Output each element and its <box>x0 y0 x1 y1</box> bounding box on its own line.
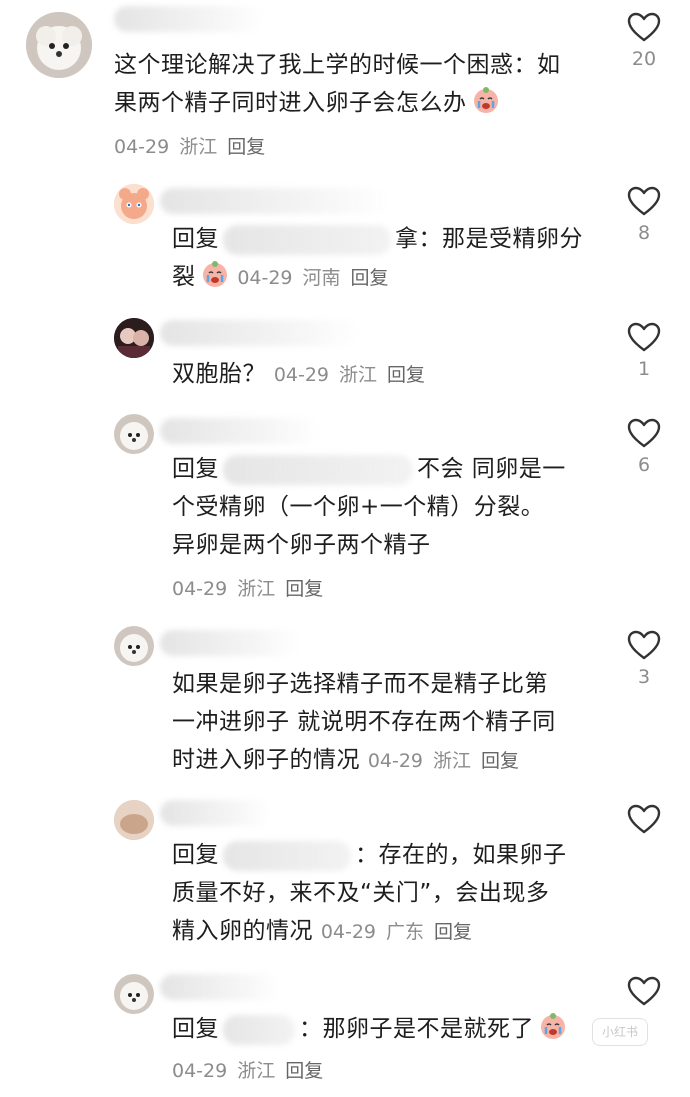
username-blurred[interactable] <box>160 800 270 826</box>
comment-text: 这个理论解决了我上学的时候一个困惑：如 果两个精子同时进入卵子会怎么办 <box>114 52 561 116</box>
dog-avatar-image <box>114 974 154 1014</box>
like-button[interactable]: 20 <box>624 12 664 70</box>
like-button[interactable] <box>624 976 664 1006</box>
like-button[interactable]: 6 <box>624 418 664 476</box>
reply-text: 回复 ：存在的，如果卵子 质量不好，来不及“关门”，会出现多 精入卵的情况 04-… <box>172 840 567 944</box>
reply-text: 回复 ：那卵子是不是就死了 <box>172 1010 612 1048</box>
comment-date: 04-29 <box>320 921 377 943</box>
avatar-cartoon[interactable] <box>114 184 154 224</box>
heart-outline-icon <box>627 976 661 1006</box>
mentioned-user-blurred[interactable] <box>223 840 351 871</box>
reply-prefix: 回复 <box>172 456 219 482</box>
crying-face-emoji <box>541 1013 565 1039</box>
avatar-hand[interactable] <box>114 800 154 840</box>
comment-date: 04-29 <box>237 267 293 289</box>
like-count: 8 <box>637 222 651 244</box>
watermark-logo: 小红书 <box>592 1018 648 1046</box>
comment-date: 04-29 <box>273 364 330 386</box>
username-blurred[interactable] <box>160 630 300 656</box>
comment-date: 04-29 <box>172 1060 228 1082</box>
avatar-white-dog[interactable] <box>114 974 154 1014</box>
heart-outline-icon <box>627 186 661 216</box>
hand-avatar-image <box>114 800 154 840</box>
like-count: 6 <box>637 454 651 476</box>
heart-outline-icon <box>627 12 661 42</box>
like-count: 1 <box>637 358 651 380</box>
like-count: 3 <box>637 666 651 688</box>
heart-outline-icon <box>627 804 661 834</box>
comment-meta: 04-29 浙江 回复 <box>172 1052 333 1090</box>
username-blurred[interactable] <box>160 320 360 346</box>
heart-outline-icon <box>627 322 661 352</box>
reply-prefix: 回复 <box>172 226 219 252</box>
heart-outline-icon <box>627 630 661 660</box>
reply-button[interactable]: 回复 <box>387 364 425 386</box>
reply-button[interactable]: 回复 <box>227 136 265 158</box>
avatar-white-dog[interactable] <box>114 414 154 454</box>
crying-face-emoji <box>202 261 227 287</box>
comment-date: 04-29 <box>367 750 424 772</box>
dog-avatar-image <box>26 12 92 78</box>
reply-button[interactable]: 回复 <box>351 267 389 289</box>
dog-avatar-image <box>114 414 154 454</box>
crying-face-emoji <box>473 87 498 113</box>
reply-button[interactable]: 回复 <box>481 750 519 772</box>
comment-location: 浙江 <box>237 578 276 600</box>
comment-location: 广东 <box>386 921 425 943</box>
like-button[interactable] <box>624 804 664 834</box>
reply-text: 回复 不会 同卵是一 个受精卵（一个卵+一个精）分裂。 异卵是两个卵子两个精子 <box>172 454 566 558</box>
comment-location: 浙江 <box>237 1060 276 1082</box>
reply-text: 双胞胎？ 04-29 浙江 回复 <box>172 361 426 387</box>
dog-avatar-image <box>114 626 154 666</box>
reply-prefix: 回复 <box>172 1016 219 1042</box>
comment-date: 04-29 <box>114 136 170 158</box>
reply-button[interactable]: 回复 <box>285 1060 323 1082</box>
avatar-white-dog[interactable] <box>26 12 92 78</box>
username-blurred[interactable] <box>160 188 390 214</box>
username-blurred[interactable] <box>114 6 264 32</box>
like-button[interactable]: 1 <box>624 322 664 380</box>
comment-location: 浙江 <box>179 136 218 158</box>
avatar-photo[interactable] <box>114 318 154 358</box>
like-button[interactable]: 8 <box>624 186 664 244</box>
username-blurred[interactable] <box>160 418 320 444</box>
reply-text: 如果是卵子选择精子而不是精子比第 一冲进卵子 就说明不存在两个精子同 时进入卵子… <box>172 671 556 773</box>
mentioned-user-blurred[interactable] <box>223 224 391 255</box>
reply-button[interactable]: 回复 <box>285 578 323 600</box>
cartoon-avatar-image <box>114 184 154 224</box>
photo-avatar-image <box>114 318 154 358</box>
comment-date: 04-29 <box>172 578 228 600</box>
reply-text: 回复 拿：那是受精卵分 裂 04-29 河南 回复 <box>172 224 583 290</box>
reply-prefix: 回复 <box>172 842 219 868</box>
avatar-white-dog[interactable] <box>114 626 154 666</box>
heart-outline-icon <box>627 418 661 448</box>
mentioned-user-blurred[interactable] <box>223 1014 295 1045</box>
like-count: 20 <box>631 48 657 70</box>
username-blurred[interactable] <box>160 974 280 1000</box>
comment-location: 浙江 <box>433 750 472 772</box>
reply-button[interactable]: 回复 <box>434 921 472 943</box>
comment-location: 河南 <box>302 267 341 289</box>
mentioned-user-blurred[interactable] <box>223 454 413 485</box>
comment-location: 浙江 <box>339 364 378 386</box>
comment-meta: 04-29 浙江 回复 <box>172 570 333 608</box>
like-button[interactable]: 3 <box>624 630 664 688</box>
comment-meta: 04-29 浙江 回复 <box>114 128 275 166</box>
